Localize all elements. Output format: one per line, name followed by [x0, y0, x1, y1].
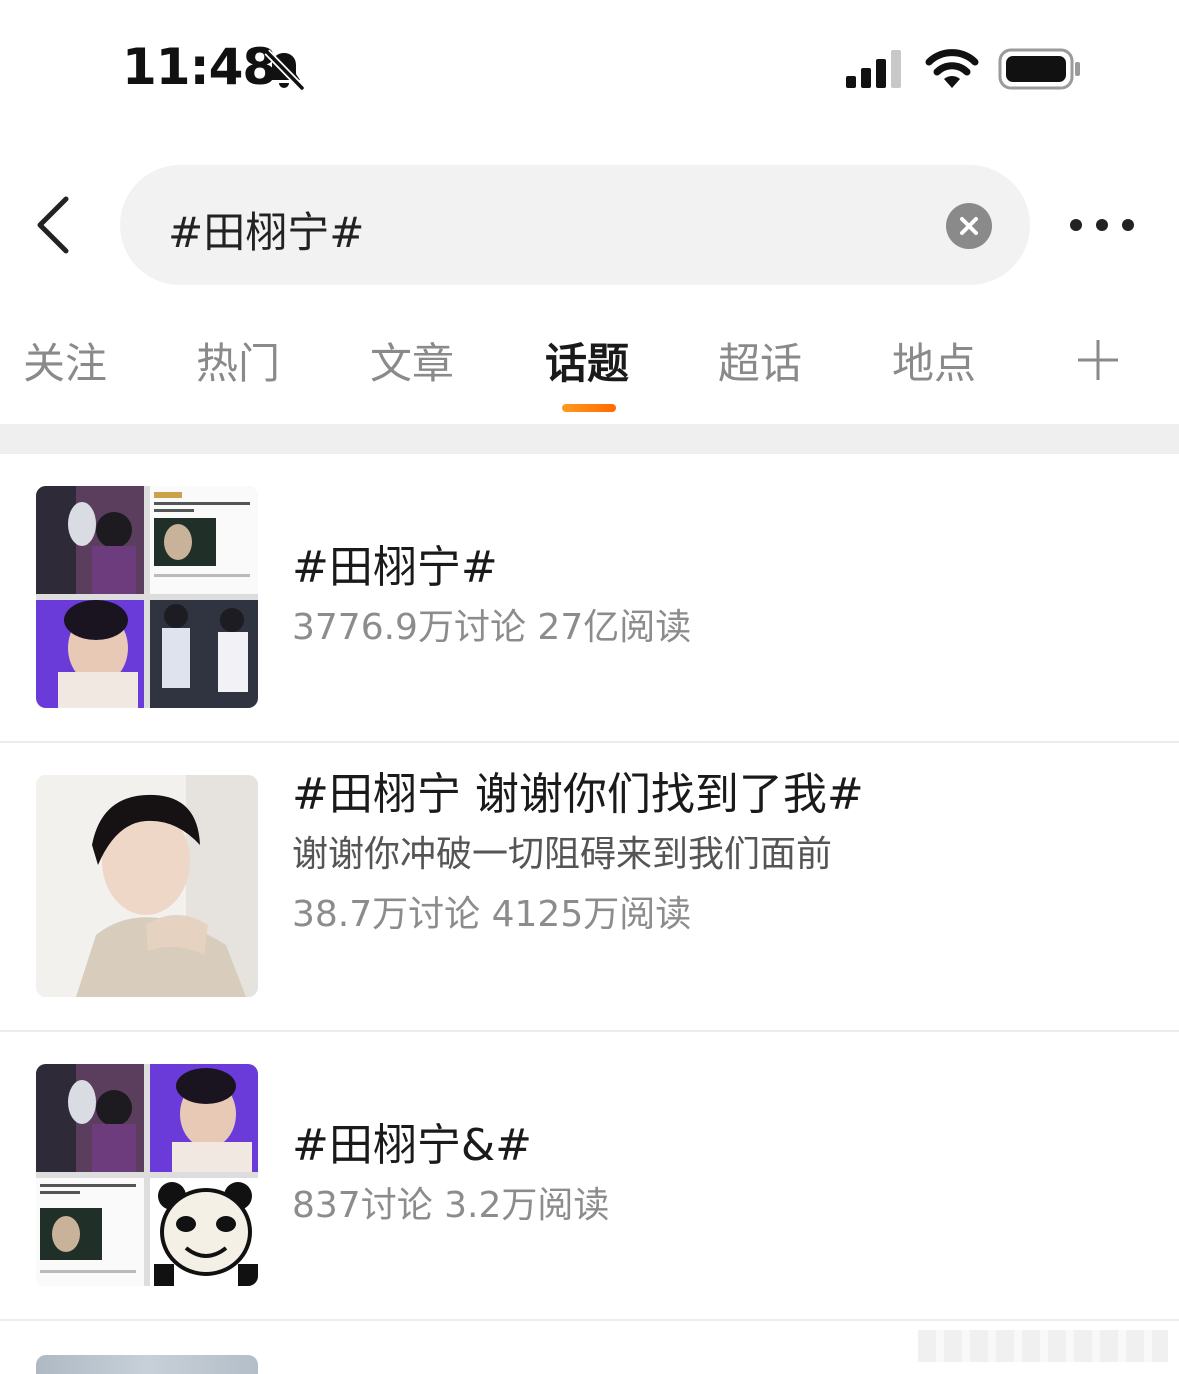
topic-description: 谢谢你冲破一切阻碍来到我们面前 — [292, 834, 833, 875]
collage-image — [36, 1064, 258, 1286]
topic-stats: 3776.9万讨论 27亿阅读 — [292, 607, 692, 648]
category-tabs: 关注 热门 文章 话题 超话 地点 — [0, 330, 1179, 420]
portrait-image — [36, 775, 258, 997]
search-query-text[interactable]: #田栩宁# — [168, 199, 364, 260]
tab-articles[interactable]: 文章 — [370, 330, 454, 391]
topic-stats: 837讨论 3.2万阅读 — [292, 1185, 610, 1226]
topic-thumbnail — [36, 486, 258, 708]
status-time: 11:48 — [122, 38, 277, 96]
tab-hot[interactable]: 热门 — [196, 330, 280, 391]
topic-item[interactable]: #田栩宁 谢谢你们找到了我# 谢谢你冲破一切阻碍来到我们面前 38.7万讨论 4… — [0, 743, 1179, 1032]
active-tab-indicator — [562, 404, 616, 412]
topic-item[interactable]: #田栩宁# 3776.9万讨论 27亿阅读 — [0, 454, 1179, 743]
collage-image — [36, 486, 258, 708]
tab-super-topics[interactable]: 超话 — [718, 330, 802, 391]
topic-list: #田栩宁# 3776.9万讨论 27亿阅读 #田栩宁 谢谢你们找到了我# 谢谢你… — [0, 454, 1179, 1321]
wifi-icon — [925, 49, 979, 88]
back-arrow-icon[interactable] — [28, 193, 84, 257]
more-dots-icon[interactable] — [1066, 205, 1142, 245]
cellular-signal-icon — [846, 50, 901, 88]
bell-slash-icon — [264, 49, 305, 91]
topic-stats: 38.7万讨论 4125万阅读 — [292, 894, 692, 935]
clear-icon[interactable] — [946, 203, 992, 249]
clear-search-button[interactable] — [946, 203, 992, 249]
battery-icon — [998, 48, 1080, 90]
topic-thumbnail — [36, 775, 258, 997]
status-bar: 11:48 — [0, 0, 1179, 140]
tab-places[interactable]: 地点 — [892, 330, 976, 391]
topic-thumbnail — [36, 1064, 258, 1286]
section-divider — [0, 424, 1179, 454]
topic-title: #田栩宁&# — [292, 1120, 533, 1171]
topic-item[interactable]: #田栩宁&# 837讨论 3.2万阅读 — [0, 1032, 1179, 1321]
tab-follow[interactable]: 关注 — [23, 330, 107, 391]
next-topic-thumbnail[interactable] — [36, 1355, 258, 1374]
topic-title: #田栩宁 谢谢你们找到了我# — [292, 769, 864, 820]
plus-icon[interactable] — [1076, 338, 1120, 382]
tab-topics[interactable]: 话题 — [545, 330, 629, 391]
topic-title: #田栩宁# — [292, 542, 498, 593]
watermark — [918, 1330, 1168, 1362]
search-header: #田栩宁# — [0, 165, 1179, 285]
search-input[interactable]: #田栩宁# — [120, 165, 1030, 285]
